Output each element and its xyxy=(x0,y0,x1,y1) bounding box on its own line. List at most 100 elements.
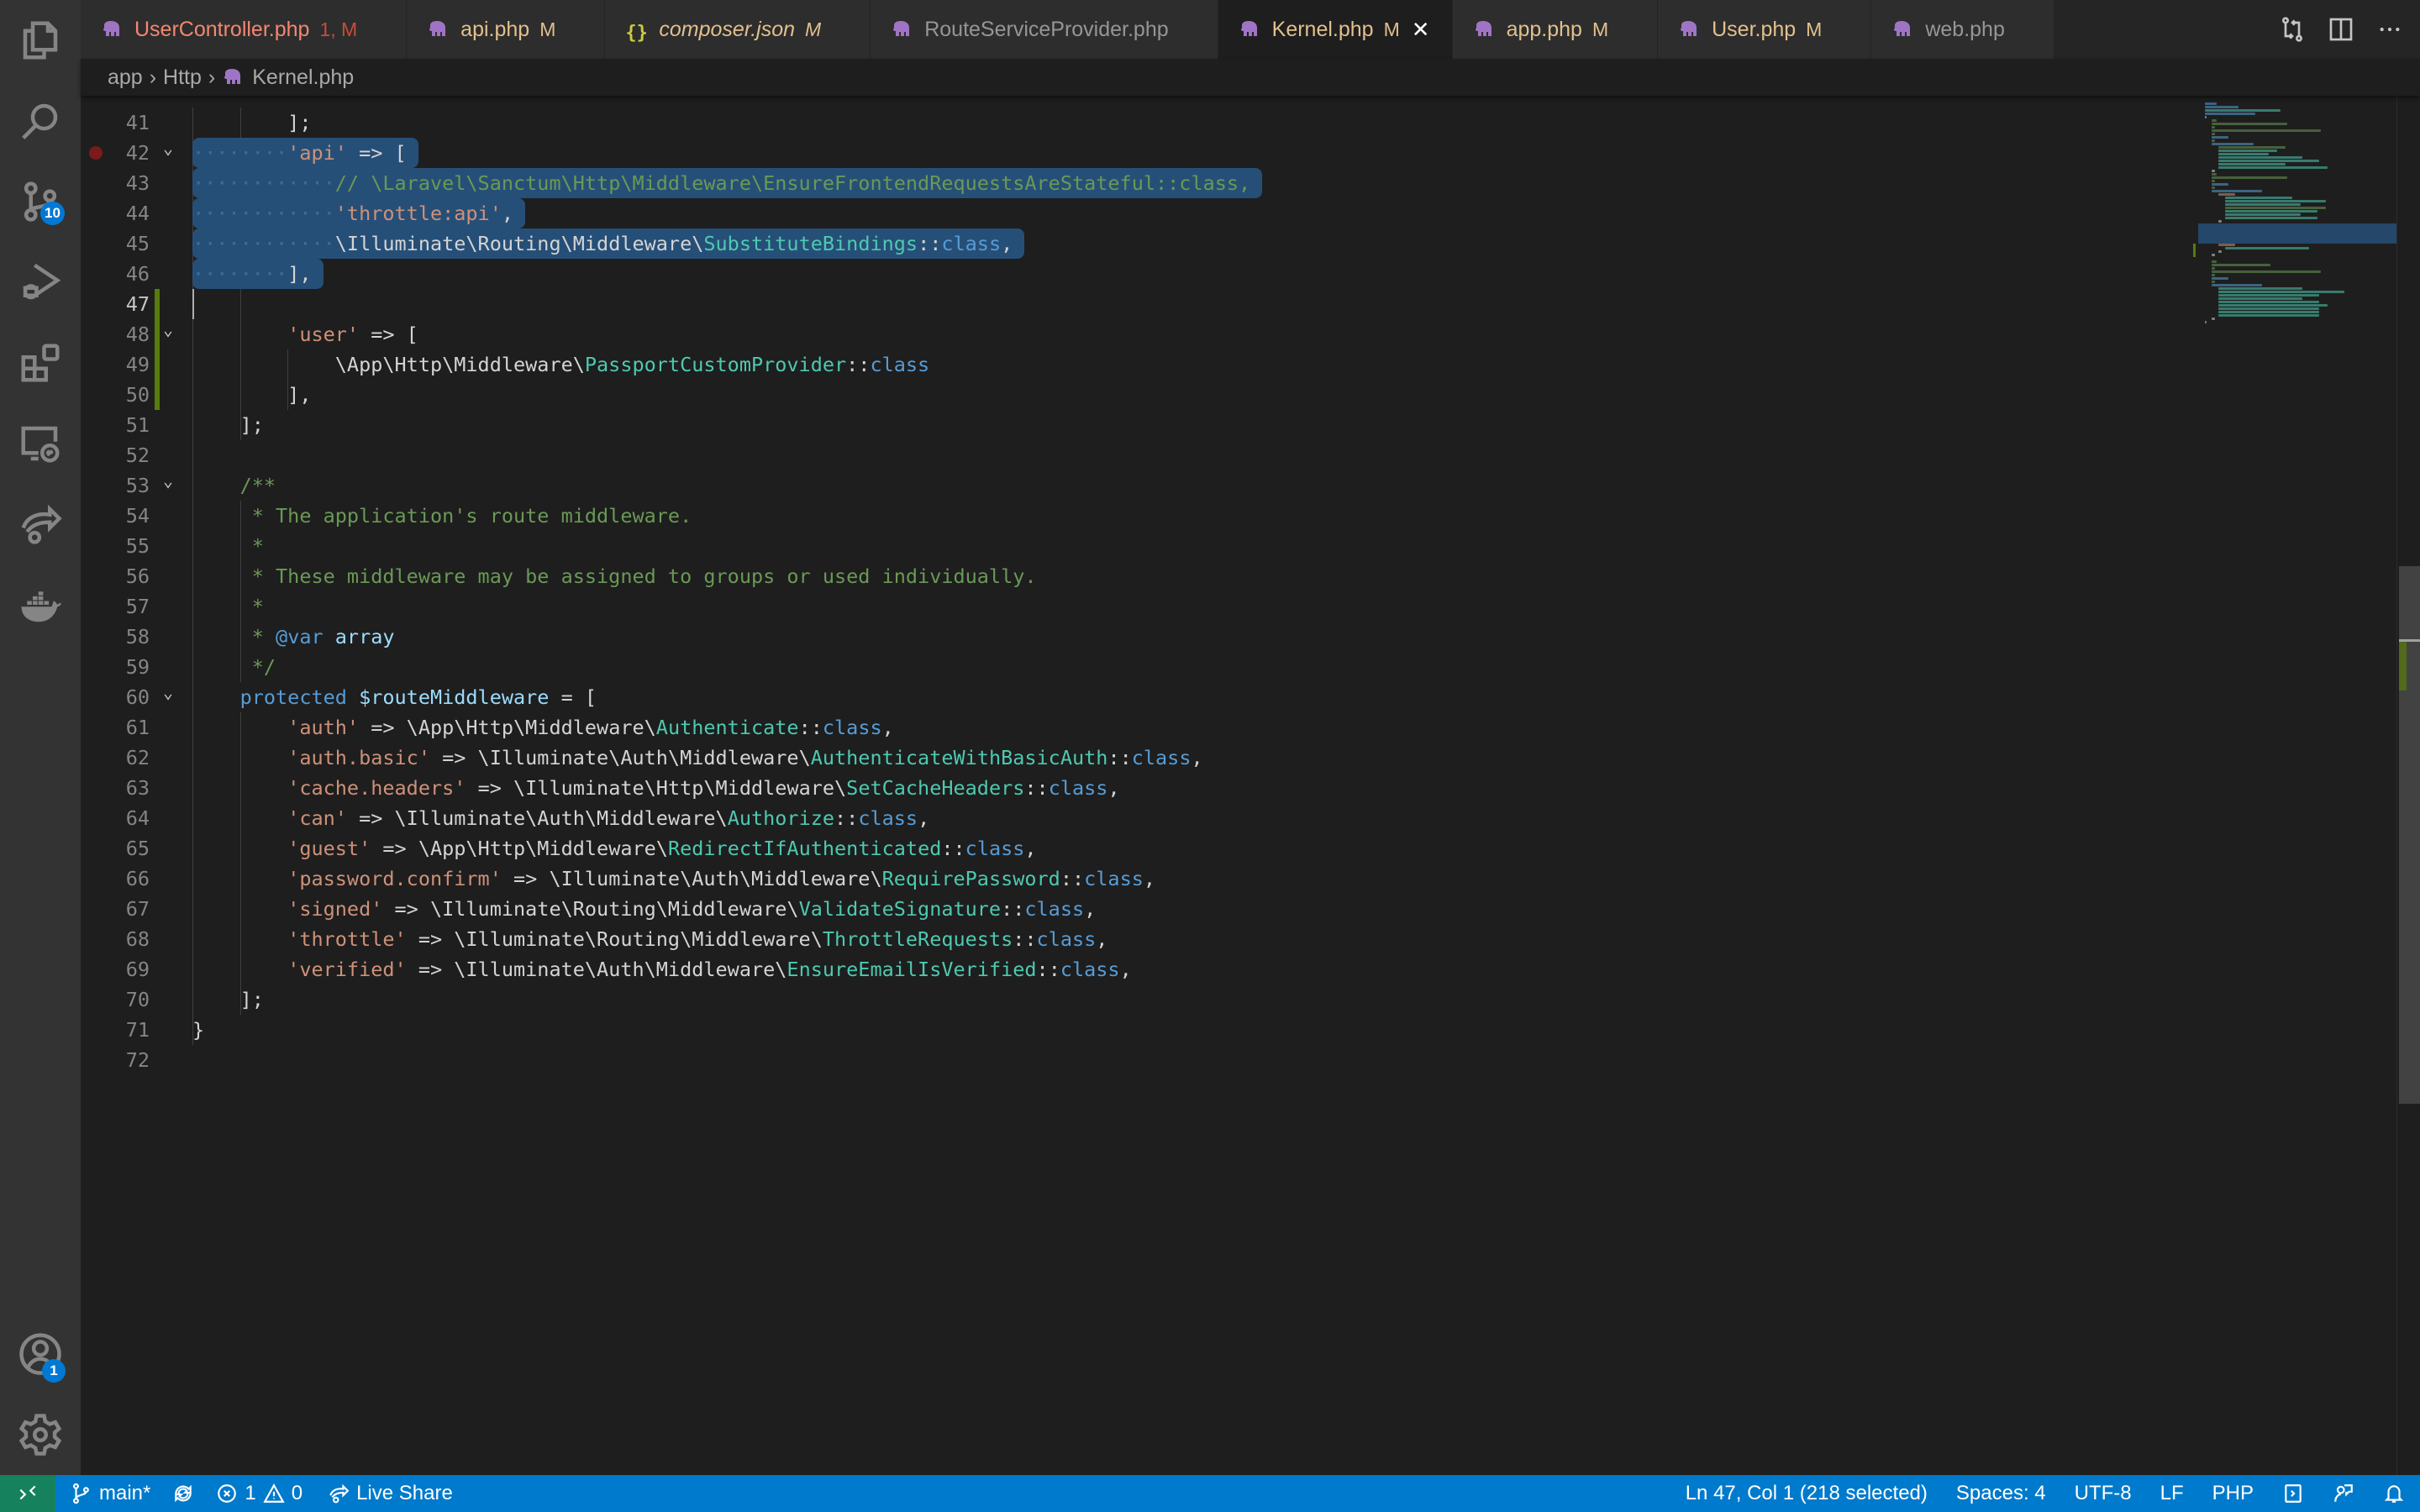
manage-button[interactable] xyxy=(0,1394,81,1475)
token-kw: class xyxy=(941,232,1002,255)
accounts-button[interactable]: 1 xyxy=(0,1314,81,1394)
code-line[interactable]: 55 * xyxy=(81,531,2181,561)
code-line[interactable]: 43 ············// \Laravel\Sanctum\Http\M… xyxy=(81,168,2181,198)
tab-kernel-php[interactable]: Kernel.php M ✕ xyxy=(1218,0,1453,59)
remote-explorer-button[interactable] xyxy=(0,403,81,484)
tab-app-php[interactable]: app.php M xyxy=(1452,0,1659,59)
breadcrumb-item-app[interactable]: app xyxy=(108,66,143,90)
minimap-line xyxy=(2212,284,2262,286)
token-dim: :: xyxy=(798,716,823,739)
minimap-line xyxy=(2205,102,2217,105)
fold-chevron-icon[interactable]: ⌄ xyxy=(163,133,173,163)
terminal-icon[interactable] xyxy=(2282,1483,2304,1504)
encoding[interactable]: UTF-8 xyxy=(2075,1482,2132,1505)
code-text: } xyxy=(192,1015,204,1045)
feedback-icon[interactable] xyxy=(2333,1483,2354,1504)
tab-composer-json[interactable]: {} composer.json M xyxy=(605,0,871,59)
notifications-bell-icon[interactable] xyxy=(2383,1483,2405,1504)
line-number: 70 xyxy=(125,988,150,1011)
indentation[interactable]: Spaces: 4 xyxy=(1956,1482,2046,1505)
code-line[interactable]: 42 ⌄ ········'api' => [ xyxy=(81,138,2181,168)
live-share-status-button[interactable]: Live Share xyxy=(328,1482,453,1505)
code-line[interactable]: 53 ⌄ /** xyxy=(81,470,2181,501)
code-line[interactable]: 69 'verified' => \Illuminate\Auth\Middle… xyxy=(81,954,2181,984)
tab-usercontroller-php[interactable]: UserController.php 1, M xyxy=(81,0,408,59)
scrollbar-modified-marker xyxy=(2399,642,2407,690)
code-line[interactable]: 58 * @var array xyxy=(81,622,2181,652)
code-line[interactable]: 71} xyxy=(81,1015,2181,1045)
token-kw: class xyxy=(858,806,918,830)
live-share-button[interactable] xyxy=(0,484,81,564)
code-line[interactable]: 45 ············\Illuminate\Routing\Middle… xyxy=(81,228,2181,259)
cursor-position[interactable]: Ln 47, Col 1 (218 selected) xyxy=(1686,1482,1928,1505)
code-editor[interactable]: ]; 41 42 ⌄ ········'api' => [43 ············… xyxy=(81,96,2420,1475)
explorer-button[interactable] xyxy=(0,0,81,81)
token-cls: AuthenticateWithBasicAuth xyxy=(810,746,1108,769)
open-changes-icon[interactable] xyxy=(2279,16,2306,43)
vertical-scrollbar[interactable] xyxy=(2396,96,2420,1475)
code-line[interactable]: 68 'throttle' => \Illuminate\Routing\Mid… xyxy=(81,924,2181,954)
code-line[interactable]: 48 ⌄ 'user' => [ xyxy=(81,319,2181,349)
tab-web-php[interactable]: web.php xyxy=(1871,0,2054,59)
code-line[interactable]: 51 ]; xyxy=(81,410,2181,440)
code-line[interactable]: 46 ········], xyxy=(81,259,2181,289)
code-line[interactable]: 49 \App\Http\Middleware\PassportCustomPr… xyxy=(81,349,2181,380)
source-control-button[interactable]: 10 xyxy=(0,161,81,242)
code-line[interactable]: 70 ]; xyxy=(81,984,2181,1015)
token-dim: :: xyxy=(1036,958,1060,981)
code-line[interactable]: 52 xyxy=(81,440,2181,470)
code-line[interactable]: 65 'guest' => \App\Http\Middleware\Redir… xyxy=(81,833,2181,864)
branch-button[interactable]: main* xyxy=(71,1482,150,1505)
code-line[interactable]: 56 * These middleware may be assigned to… xyxy=(81,561,2181,591)
code-line[interactable]: 41 xyxy=(81,108,2181,138)
minimap-line xyxy=(2212,281,2215,283)
breadcrumb-item-file[interactable]: Kernel.php xyxy=(252,66,354,90)
code-line[interactable]: 63 'cache.headers' => \Illuminate\Http\M… xyxy=(81,773,2181,803)
code-line[interactable]: 44 ············'throttle:api', xyxy=(81,198,2181,228)
fold-chevron-icon[interactable]: ⌄ xyxy=(163,465,173,496)
code-line[interactable]: 66 'password.confirm' => \Illuminate\Aut… xyxy=(81,864,2181,894)
tab-api-php[interactable]: api.php M xyxy=(407,0,606,59)
remote-indicator-button[interactable] xyxy=(0,1475,55,1512)
code-line[interactable]: 57 * xyxy=(81,591,2181,622)
code-line[interactable]: 61 'auth' => \App\Http\Middleware\Authen… xyxy=(81,712,2181,743)
token-dim: } xyxy=(192,1018,205,1042)
line-number: 53 xyxy=(125,474,150,497)
code-line[interactable]: 72 xyxy=(81,1045,2181,1075)
php-elephant-icon xyxy=(1678,20,1700,39)
more-actions-icon[interactable] xyxy=(2376,16,2403,43)
token-dim: => \Illuminate\Routing\Middleware\ xyxy=(406,927,823,951)
code-line[interactable]: 62 'auth.basic' => \Illuminate\Auth\Midd… xyxy=(81,743,2181,773)
minimap-line xyxy=(2212,123,2287,125)
token-ws: ········ xyxy=(192,262,288,286)
code-line[interactable]: 54 * The application's route middleware. xyxy=(81,501,2181,531)
search-button[interactable] xyxy=(0,81,81,161)
code-line[interactable]: 47 xyxy=(81,289,2181,319)
fold-chevron-icon[interactable]: ⌄ xyxy=(163,314,173,344)
tab-user-php[interactable]: User.php M xyxy=(1658,0,1872,59)
code-line[interactable]: 50 ], xyxy=(81,380,2181,410)
close-icon[interactable]: ✕ xyxy=(1412,17,1430,43)
minimap-line xyxy=(2225,207,2326,209)
error-icon xyxy=(218,1484,237,1503)
code-line[interactable]: 59 */ xyxy=(81,652,2181,682)
run-debug-button[interactable] xyxy=(0,242,81,323)
editor-actions xyxy=(2279,0,2403,59)
code-line[interactable]: 67 'signed' => \Illuminate\Routing\Middl… xyxy=(81,894,2181,924)
breadcrumb-item-http[interactable]: Http xyxy=(163,66,202,90)
minimap[interactable] xyxy=(2193,96,2400,348)
docker-button[interactable] xyxy=(0,564,81,645)
token-dim: :: xyxy=(1107,746,1132,769)
line-number: 71 xyxy=(125,1018,150,1042)
language-mode[interactable]: PHP xyxy=(2212,1482,2254,1505)
token-dim xyxy=(192,806,287,830)
code-line[interactable]: 60 ⌄ protected $routeMiddleware = [ xyxy=(81,682,2181,712)
fold-chevron-icon[interactable]: ⌄ xyxy=(163,677,173,707)
extensions-button[interactable] xyxy=(0,323,81,403)
code-line[interactable]: 64 'can' => \Illuminate\Auth\Middleware\… xyxy=(81,803,2181,833)
tab-routeserviceprovider-php[interactable]: RouteServiceProvider.php xyxy=(871,0,1218,59)
split-editor-icon[interactable] xyxy=(2328,16,2354,43)
end-of-line[interactable]: LF xyxy=(2160,1482,2184,1505)
sync-button[interactable] xyxy=(172,1483,194,1504)
problems-button[interactable]: 1 0 xyxy=(216,1482,302,1505)
